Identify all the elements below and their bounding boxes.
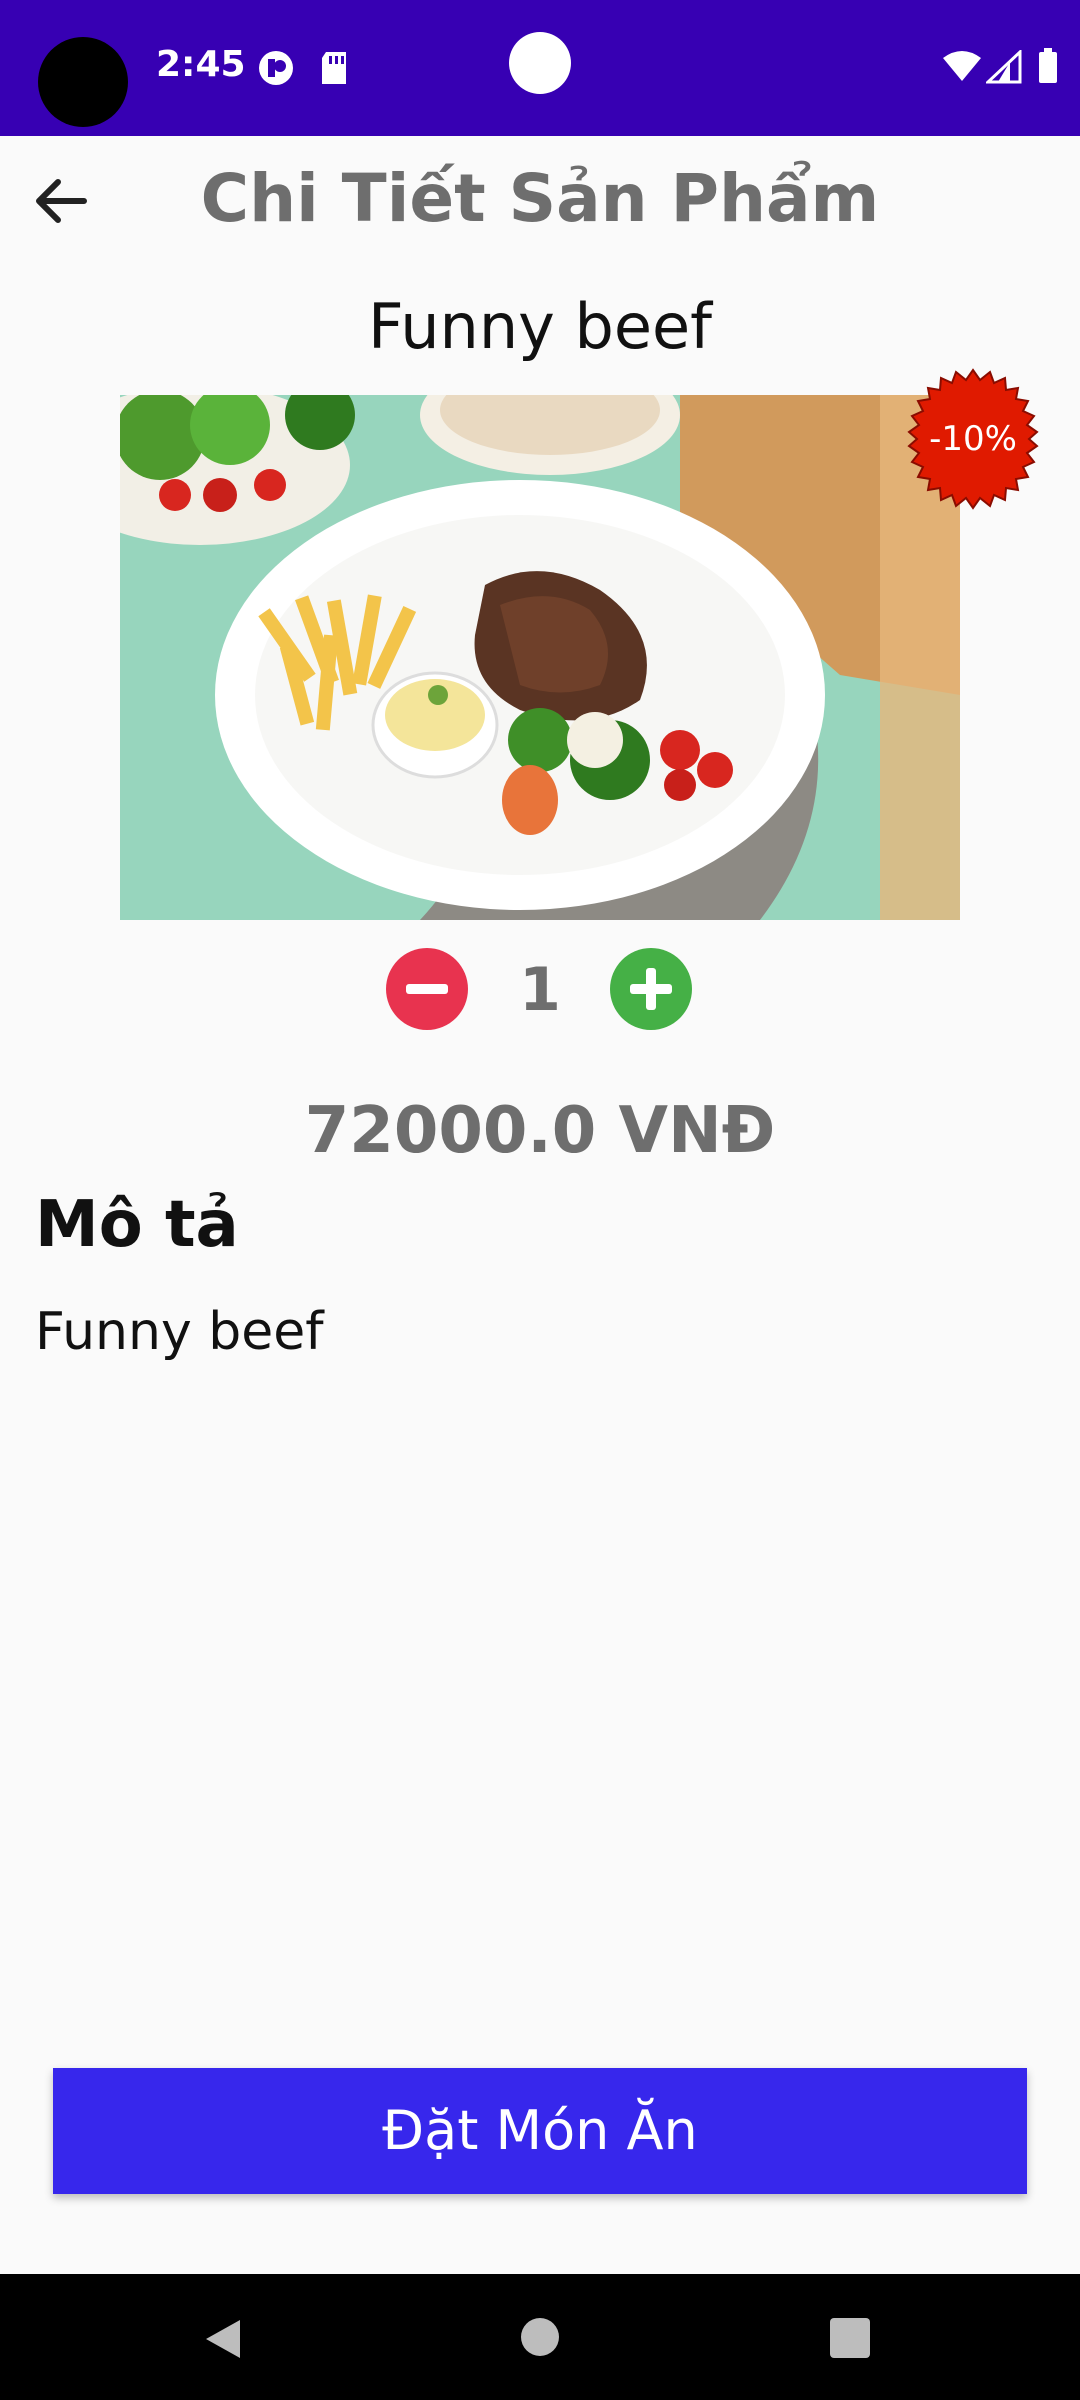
notification-dot: [509, 32, 571, 94]
sd-card-icon: [322, 52, 346, 84]
camera-cutout: [38, 37, 128, 127]
increase-quantity-button[interactable]: [610, 948, 692, 1030]
product-detail-screen: 2:45 Chi Tiết Sản Phẩm Funny beef -10% 1…: [0, 0, 1080, 2400]
app-notification-icon: [259, 51, 293, 85]
battery-icon: [1039, 48, 1057, 83]
discount-label: -10%: [929, 419, 1017, 459]
nav-recents-icon[interactable]: [830, 2318, 870, 2358]
status-bar: 2:45: [0, 0, 1080, 136]
nav-home-icon[interactable]: [521, 2318, 559, 2356]
description-heading: Mô tả: [35, 1188, 239, 1262]
product-price: 72000.0 VNĐ: [304, 1094, 776, 1168]
quantity-value: 1: [519, 955, 561, 1025]
product-image: [120, 395, 960, 920]
order-button[interactable]: Đặt Món Ăn: [53, 2068, 1027, 2194]
signal-icon: [986, 50, 1022, 84]
status-time: 2:45: [156, 44, 246, 85]
plus-circle-icon-vertical: [646, 968, 656, 1010]
minus-circle-icon: [406, 984, 448, 994]
description-text: Funny beef: [35, 1302, 324, 1362]
nav-back-icon[interactable]: [200, 2316, 246, 2362]
wifi-icon: [943, 51, 981, 81]
product-name: Funny beef: [367, 290, 713, 363]
page-title: Chi Tiết Sản Phẩm: [200, 160, 880, 237]
decrease-quantity-button[interactable]: [386, 948, 468, 1030]
